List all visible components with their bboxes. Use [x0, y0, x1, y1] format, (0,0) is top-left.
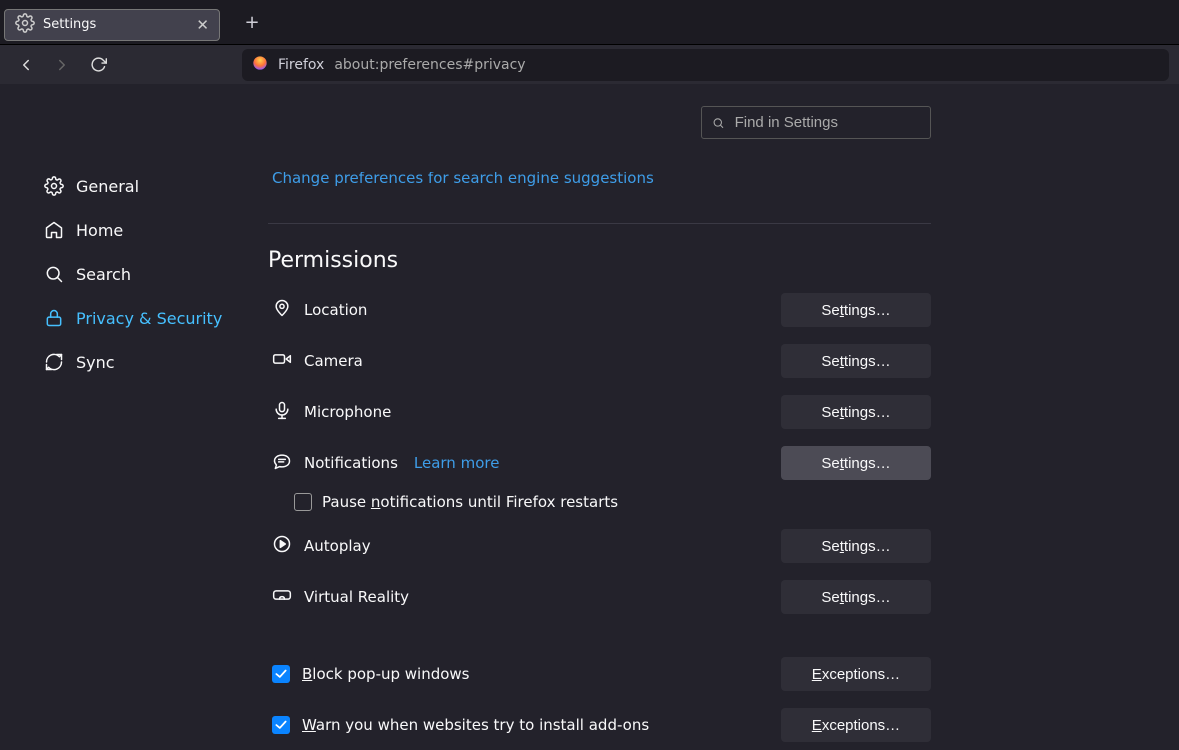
back-button[interactable]	[10, 49, 42, 81]
warn-addons-label: Warn you when websites try to install ad…	[302, 716, 649, 734]
sidebar-item-label: General	[76, 177, 139, 196]
firefox-logo-icon	[252, 55, 268, 75]
sidebar-item-privacy[interactable]: Privacy & Security	[36, 296, 268, 340]
microphone-icon	[272, 400, 292, 424]
sidebar-item-sync[interactable]: Sync	[36, 340, 268, 384]
sidebar-item-label: Search	[76, 265, 131, 284]
tab-title: Settings	[43, 17, 188, 32]
block-popups-checkbox[interactable]	[272, 665, 290, 683]
sidebar-item-label: Privacy & Security	[76, 309, 222, 328]
sidebar-item-label: Home	[76, 221, 123, 240]
forward-button[interactable]	[46, 49, 78, 81]
search-suggestions-prefs-link[interactable]: Change preferences for search engine sug…	[272, 172, 654, 187]
perm-row-microphone: Microphone Settings…	[268, 391, 931, 433]
perm-row-autoplay: Autoplay Settings…	[268, 525, 931, 567]
search-icon	[712, 116, 725, 130]
sidebar-item-general[interactable]: General	[36, 164, 268, 208]
sidebar: General Home Search Privacy & Security S…	[0, 84, 268, 750]
reload-button[interactable]	[82, 49, 114, 81]
vr-settings-button[interactable]: Settings…	[781, 580, 931, 614]
pause-notifications-checkbox[interactable]	[294, 493, 312, 511]
location-settings-button[interactable]: Settings…	[781, 293, 931, 327]
new-tab-button[interactable]: +	[238, 8, 266, 36]
search-settings[interactable]	[701, 106, 931, 139]
perm-row-location: Location Settings…	[268, 289, 931, 331]
section-separator	[268, 223, 931, 224]
autoplay-settings-button[interactable]: Settings…	[781, 529, 931, 563]
pause-notifications-row: Pause notifications until Firefox restar…	[268, 493, 931, 511]
url-bar[interactable]: Firefox about:preferences#privacy	[242, 49, 1169, 81]
sidebar-item-home[interactable]: Home	[36, 208, 268, 252]
pause-notifications-label: Pause notifications until Firefox restar…	[322, 493, 618, 511]
permissions-title: Permissions	[268, 248, 931, 273]
perm-row-camera: Camera Settings…	[268, 340, 931, 382]
sidebar-item-label: Sync	[76, 353, 115, 372]
notifications-learn-more-link[interactable]: Learn more	[414, 454, 500, 472]
notifications-settings-button[interactable]: Settings…	[781, 446, 931, 480]
vr-icon	[272, 585, 292, 609]
location-icon	[272, 298, 292, 322]
sidebar-item-search[interactable]: Search	[36, 252, 268, 296]
block-popups-row: Block pop-up windows Exceptions…	[268, 653, 931, 695]
vr-label: Virtual Reality	[304, 588, 409, 606]
settings-icon	[15, 13, 35, 37]
warn-addons-checkbox[interactable]	[272, 716, 290, 734]
block-popups-label: Block pop-up windows	[302, 665, 470, 683]
autoplay-icon	[272, 534, 292, 558]
browser-tab[interactable]: Settings ✕	[4, 9, 220, 41]
tab-strip: Settings ✕ +	[0, 0, 1179, 44]
content-area: General Home Search Privacy & Security S…	[0, 84, 1179, 750]
search-settings-input[interactable]	[733, 113, 920, 132]
warn-addons-exceptions-button[interactable]: Exceptions…	[781, 708, 931, 742]
warn-addons-row: Warn you when websites try to install ad…	[268, 704, 931, 746]
camera-settings-button[interactable]: Settings…	[781, 344, 931, 378]
autoplay-label: Autoplay	[304, 537, 371, 555]
perm-row-notifications: Notifications Learn more Settings…	[268, 442, 931, 484]
perm-row-vr: Virtual Reality Settings…	[268, 576, 931, 618]
camera-icon	[272, 349, 292, 373]
toolbar: Firefox about:preferences#privacy	[0, 44, 1179, 84]
microphone-label: Microphone	[304, 403, 391, 421]
block-popups-exceptions-button[interactable]: Exceptions…	[781, 657, 931, 691]
notifications-label: Notifications	[304, 454, 398, 472]
main-pane: Change preferences for search engine sug…	[268, 84, 1179, 750]
camera-label: Camera	[304, 352, 363, 370]
location-label: Location	[304, 301, 367, 319]
identity-label: Firefox	[278, 57, 324, 73]
microphone-settings-button[interactable]: Settings…	[781, 395, 931, 429]
url-text: about:preferences#privacy	[334, 57, 525, 73]
close-tab-icon[interactable]: ✕	[196, 16, 209, 34]
notifications-icon	[272, 451, 292, 475]
